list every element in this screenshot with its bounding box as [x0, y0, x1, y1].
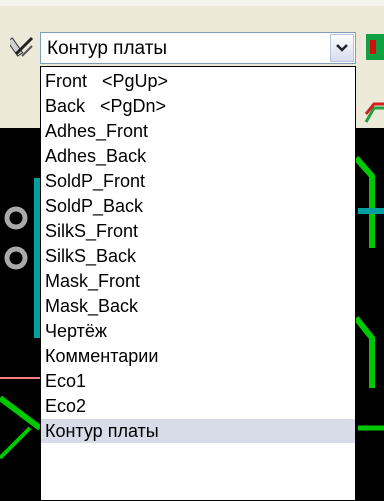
option-drawing[interactable]: Чертёж — [41, 319, 355, 343]
measure-tool-icon[interactable] — [6, 34, 36, 60]
green-layer-icon[interactable] — [362, 30, 384, 64]
option-mask-back[interactable]: Mask_Back — [41, 294, 355, 318]
chevron-down-icon — [336, 44, 348, 52]
toolbar-highlight — [0, 0, 384, 6]
option-silks-front[interactable]: SilkS_Front — [41, 219, 355, 243]
option-eco1[interactable]: Eco1 — [41, 369, 355, 393]
layer-select[interactable]: Контур платы — [40, 32, 356, 64]
option-silks-back[interactable]: SilkS_Back — [41, 244, 355, 268]
option-board-outline[interactable]: Контур платы — [41, 419, 355, 443]
option-soldp-front[interactable]: SoldP_Front — [41, 169, 355, 193]
route-icon[interactable] — [362, 100, 384, 126]
option-soldp-back[interactable]: SoldP_Back — [41, 194, 355, 218]
option-adhes-front[interactable]: Adhes_Front — [41, 119, 355, 143]
dropdown-arrow-button[interactable] — [330, 34, 354, 62]
option-eco2[interactable]: Eco2 — [41, 394, 355, 418]
layer-dropdown-list: Front <PgUp> Back <PgDn> Adhes_Front Adh… — [40, 66, 356, 501]
option-comments[interactable]: Комментарии — [41, 344, 355, 368]
option-front[interactable]: Front <PgUp> — [41, 69, 355, 93]
option-adhes-back[interactable]: Adhes_Back — [41, 144, 355, 168]
option-mask-front[interactable]: Mask_Front — [41, 269, 355, 293]
option-back[interactable]: Back <PgDn> — [41, 94, 355, 118]
layer-select-value: Контур платы — [47, 38, 168, 59]
